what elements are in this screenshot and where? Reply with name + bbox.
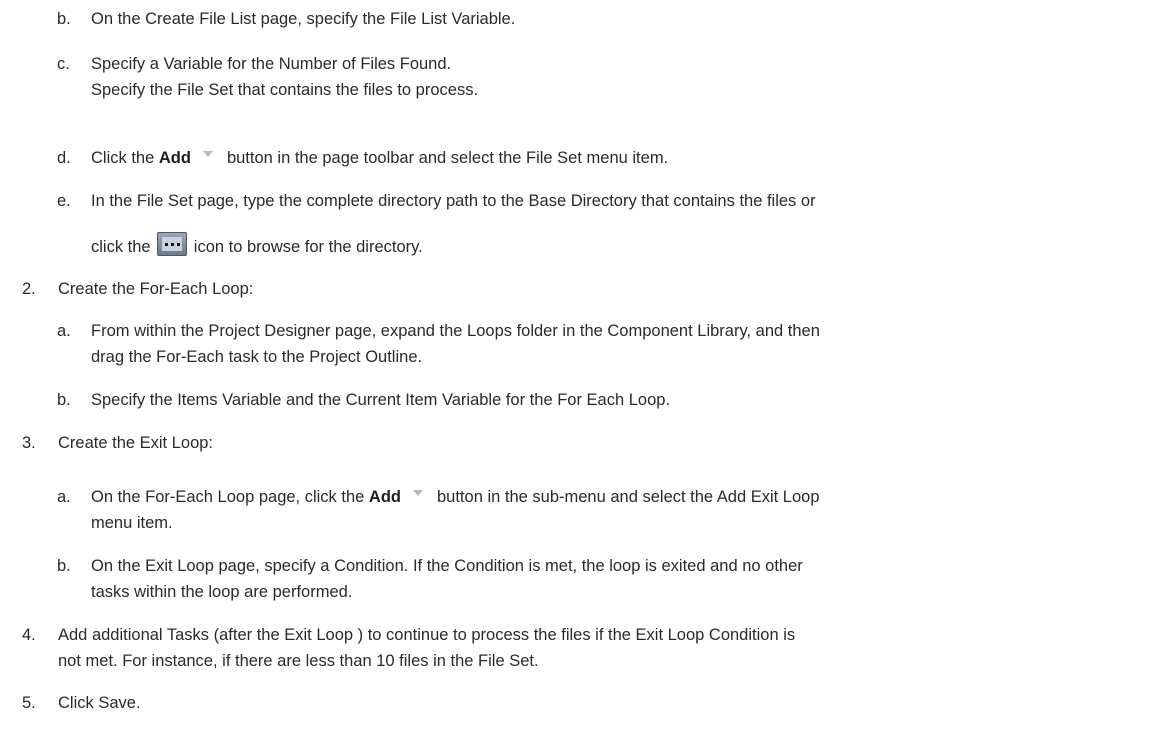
add-button-label: Add	[368, 488, 401, 506]
step-text-post: button in the page toolbar and select th…	[226, 149, 669, 167]
step-marker: a.	[57, 322, 71, 340]
step-text-line-2: menu item.	[91, 514, 173, 532]
step-marker: 2.	[22, 280, 36, 298]
step-marker: a.	[57, 488, 71, 506]
step-text-pre: On the For-Each Loop page, click the	[91, 488, 365, 506]
ellipsis-browse-icon	[157, 232, 188, 256]
step-text: Specify the Items Variable and the Curre…	[91, 391, 671, 409]
step-3a: a. On the For-Each Loop page, click the …	[57, 484, 1147, 536]
step-text-line-2: Specify the File Set that contains the f…	[91, 81, 479, 99]
step-3b: b. On the Exit Loop page, specify a Cond…	[57, 553, 1147, 605]
step-marker: 3.	[22, 434, 36, 452]
step-1d: d. Click the Add button in the page toolb…	[57, 145, 1147, 171]
step-text-pre: Click the	[91, 149, 155, 167]
step-marker: b.	[57, 10, 71, 28]
step-text: On the Create File List page, specify th…	[91, 10, 516, 28]
step-text-post: icon to browse for the directory.	[193, 238, 423, 256]
step-marker: c.	[57, 55, 70, 73]
step-text-line-2: tasks within the loop are performed.	[91, 583, 353, 601]
step-marker: d.	[57, 149, 71, 167]
step-text-line-2: drag the For-Each task to the Project Ou…	[91, 348, 423, 366]
step-text-line-1: Specify a Variable for the Number of Fil…	[91, 55, 452, 73]
step-1c: c. Specify a Variable for the Number of …	[57, 51, 1147, 103]
step-5: 5. Click Save.	[22, 690, 1147, 716]
step-2b: b. Specify the Items Variable and the Cu…	[57, 387, 1147, 413]
chevron-down-icon	[202, 151, 213, 157]
step-text-pre: click the	[91, 238, 151, 256]
step-marker: 5.	[22, 694, 36, 712]
step-text: Create the For-Each Loop:	[58, 280, 254, 298]
step-text-line-1: In the File Set page, type the complete …	[91, 192, 816, 210]
step-2a: a. From within the Project Designer page…	[57, 318, 1147, 370]
step-2: 2. Create the For-Each Loop:	[22, 276, 1147, 302]
step-text-line-2: not met. For instance, if there are less…	[58, 652, 539, 670]
step-marker: b.	[57, 557, 71, 575]
step-marker: e.	[57, 192, 71, 210]
step-4: 4. Add additional Tasks (after the Exit …	[22, 622, 1147, 674]
add-button-label: Add	[158, 149, 191, 167]
chevron-down-icon	[413, 490, 423, 496]
step-text-line-1: Add additional Tasks (after the Exit Loo…	[58, 626, 796, 644]
step-text: Create the Exit Loop:	[58, 434, 214, 452]
step-1b: b. On the Create File List page, specify…	[57, 6, 1147, 32]
step-marker: 4.	[22, 626, 36, 644]
step-text: Click Save.	[58, 694, 141, 712]
step-3: 3. Create the Exit Loop:	[22, 430, 1147, 456]
step-text-post: button in the sub-menu and select the Ad…	[437, 488, 820, 506]
step-text-line-1: From within the Project Designer page, e…	[91, 322, 820, 340]
step-marker: b.	[57, 391, 71, 409]
step-text-line-1: On the Exit Loop page, specify a Conditi…	[91, 557, 803, 575]
step-1e: e. In the File Set page, type the comple…	[57, 188, 1147, 260]
